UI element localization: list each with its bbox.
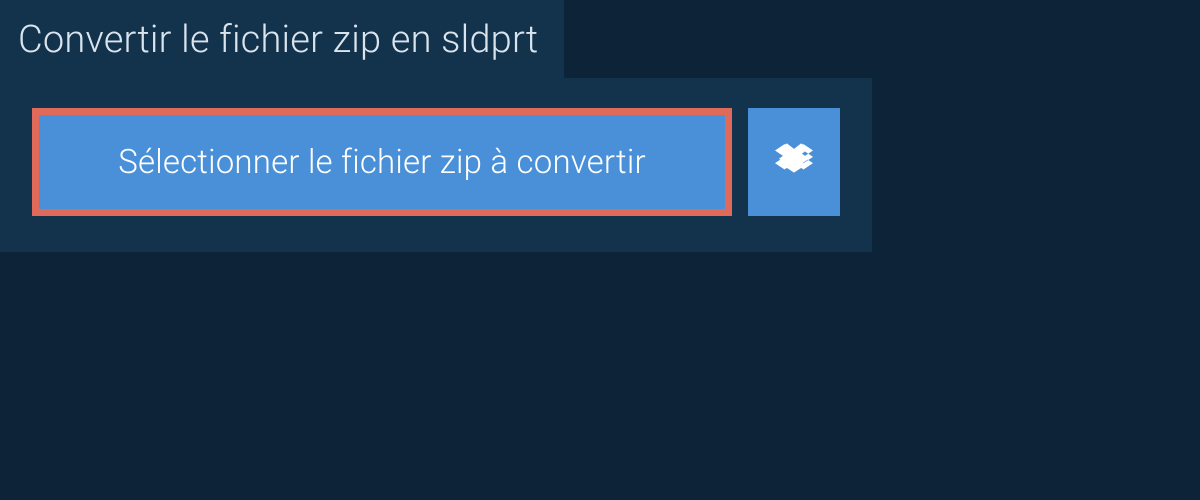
page-title: Convertir le fichier zip en sldprt bbox=[18, 18, 538, 62]
upload-panel: Sélectionner le fichier zip à convertir bbox=[0, 78, 872, 252]
select-file-label: Sélectionner le fichier zip à convertir bbox=[118, 143, 646, 182]
select-file-button[interactable]: Sélectionner le fichier zip à convertir bbox=[32, 108, 732, 216]
upload-row: Sélectionner le fichier zip à convertir bbox=[0, 78, 872, 252]
dropbox-button[interactable] bbox=[748, 108, 840, 216]
page-title-tab: Convertir le fichier zip en sldprt bbox=[0, 0, 564, 78]
dropbox-icon bbox=[775, 141, 813, 183]
